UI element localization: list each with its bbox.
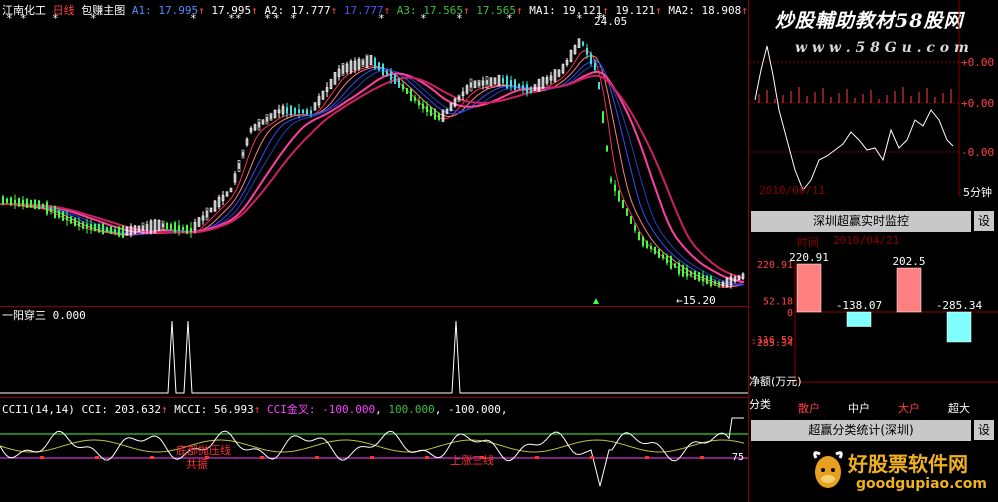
- svg-text:*: *: [20, 12, 27, 25]
- bar-category-label: 大户: [898, 401, 920, 415]
- main-chart-panel[interactable]: 江南化工 日线 包赚主图 A1: 17.995↑ 17.995↑ A2: 17.…: [0, 0, 748, 307]
- scale-mid: +0.00: [961, 97, 995, 110]
- fund-flow-bar: [896, 267, 922, 313]
- svg-text:*: *: [456, 12, 463, 25]
- intraday-panel[interactable]: 炒股輔助教材58股网 w w w . 5 8 G u . c o m +0.00…: [749, 0, 998, 199]
- svg-text:*: *: [264, 12, 271, 25]
- svg-text:75: 75: [732, 452, 744, 463]
- svg-text:*: *: [378, 12, 385, 25]
- sub-panel-cci[interactable]: CCI1(14,14) CCI: 203.632↑ MCCI: 56.993↑ …: [0, 398, 748, 502]
- svg-text:*: *: [90, 12, 97, 25]
- stats-title-bar[interactable]: 超赢分类统计(深圳): [751, 420, 971, 441]
- intraday-period[interactable]: 5分钟: [963, 184, 992, 200]
- svg-text:*: *: [576, 12, 583, 25]
- bar-value-label: 202.5: [892, 255, 925, 268]
- fund-flow-bar: [796, 263, 822, 313]
- svg-text:*: *: [420, 12, 427, 25]
- fund-flow-panel: 时间 2010/04/21 220.91 52.18 0 -116.59 -285.34…: [749, 232, 998, 417]
- annotation-resonance: 共振: [186, 458, 208, 471]
- brand-name: 好股票软件网: [848, 452, 968, 476]
- stats-settings-button[interactable]: 设: [974, 420, 994, 440]
- y-tick-label: 52.18: [763, 297, 793, 308]
- brand-url: goodgupiao.com: [856, 476, 987, 492]
- bar-value-label: 220.91: [789, 251, 829, 264]
- monitor-title-bar[interactable]: 深圳超赢实时监控: [751, 211, 971, 232]
- cci-chart: 75: [0, 417, 748, 487]
- svg-text:*: *: [235, 12, 242, 25]
- fund-flow-bar: [946, 311, 972, 343]
- svg-text:*: *: [190, 12, 197, 25]
- fund-flow-chart: 220.9152.180-116.59-285.34220.91散户-138.0…: [751, 251, 998, 415]
- svg-text:*: *: [506, 12, 513, 25]
- bar-category-label: 中户: [848, 401, 870, 415]
- fund-flow-bar: [846, 311, 872, 327]
- bull-icon: [813, 451, 843, 488]
- high-price-label: 24.05: [594, 15, 628, 28]
- monitor-settings-button[interactable]: 设: [974, 211, 994, 231]
- signal-chart: [0, 320, 748, 394]
- bar-category-label: 超大: [948, 401, 970, 415]
- candlestick-chart[interactable]: * * * * * * * * * * * * * * * **: [0, 0, 748, 306]
- svg-text:*: *: [290, 12, 297, 25]
- brand-logo: 好股票软件网 goodgupiao.com: [810, 444, 998, 502]
- y-tick-label: 220.91: [757, 260, 793, 271]
- svg-text:*: *: [228, 12, 235, 25]
- y-tick-label: -285.34: [751, 338, 793, 349]
- svg-text:*: *: [52, 12, 59, 25]
- intraday-date: 2010/06/11: [759, 184, 826, 197]
- bar-category-label: 散户: [798, 401, 820, 415]
- scale-top: +0.00: [961, 56, 995, 69]
- svg-text:*: *: [273, 12, 280, 25]
- net-amount-label: 净额(万元): [749, 375, 802, 388]
- sub-panel-yiyang[interactable]: 一阳穿三 0.000: [0, 307, 748, 397]
- annotation-rise-three: 上涨三线: [450, 454, 494, 467]
- y-tick-label: 0: [787, 308, 793, 319]
- bar-value-label: -138.07: [836, 299, 882, 312]
- category-label: 分类: [749, 398, 771, 411]
- scale-low: -0.00: [961, 146, 995, 159]
- svg-text:*: *: [6, 12, 13, 25]
- bar-value-label: -285.34: [936, 299, 983, 312]
